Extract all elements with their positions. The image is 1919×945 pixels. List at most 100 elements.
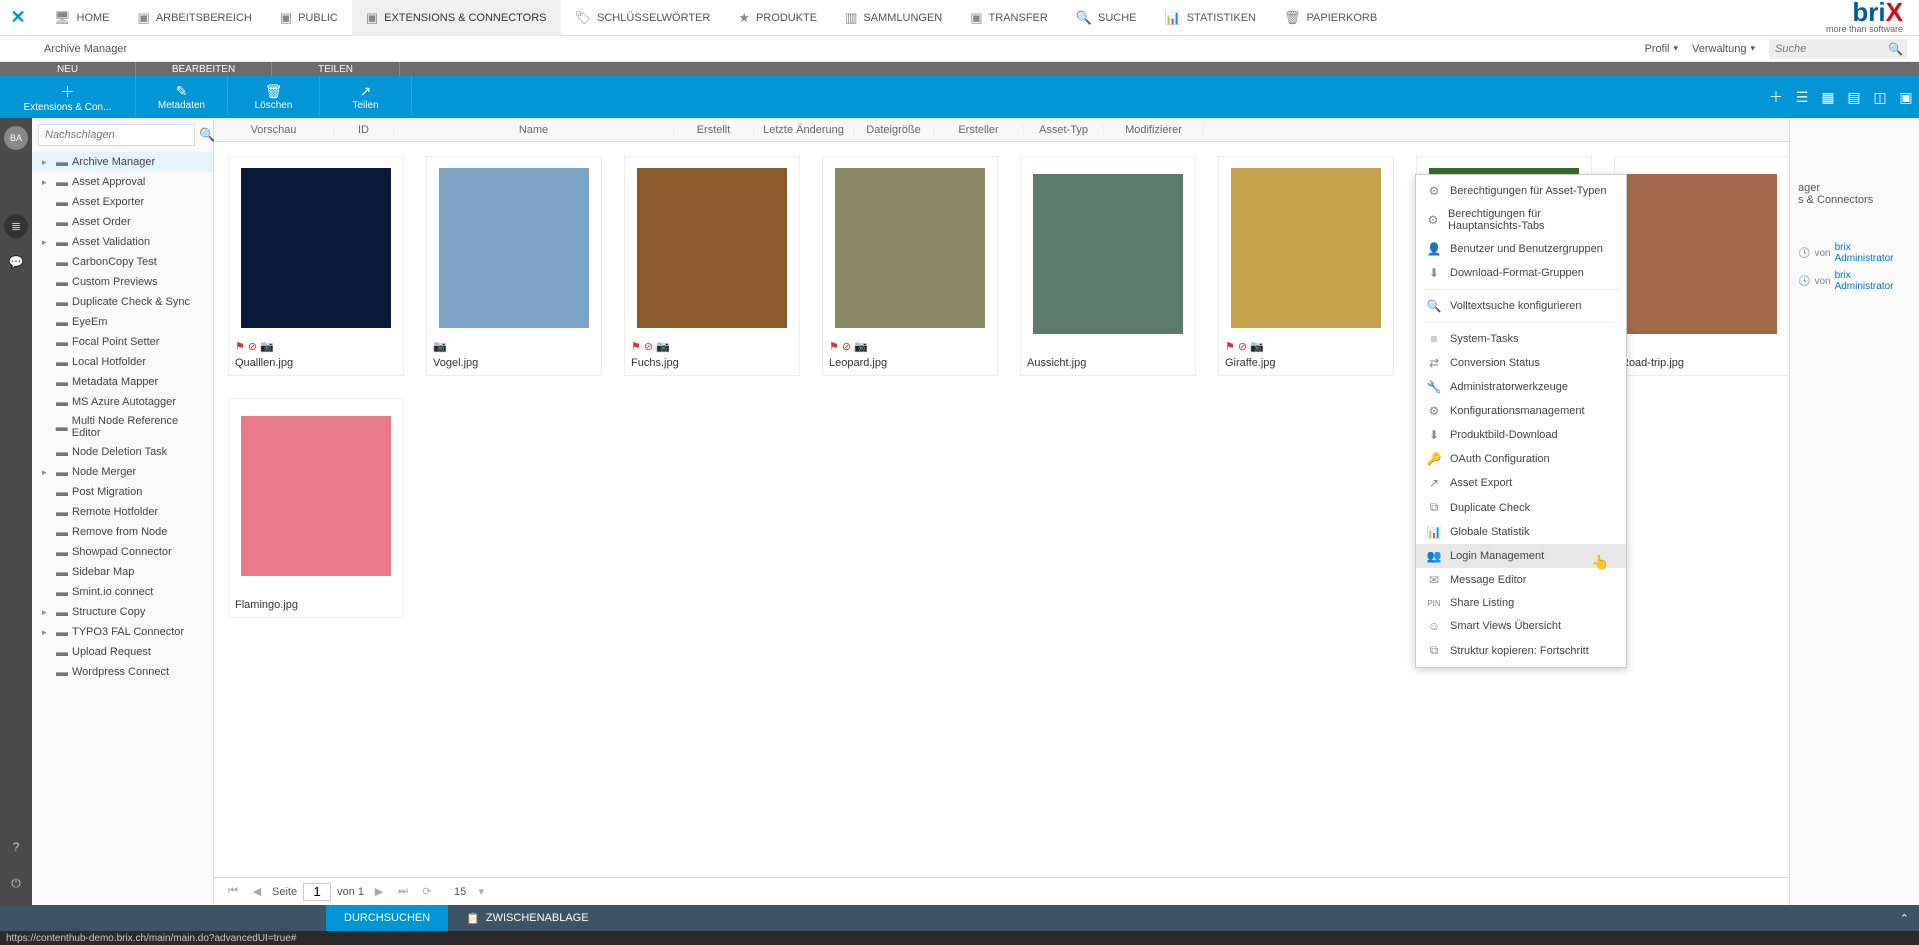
metadata-button[interactable]: ✎Metadaten <box>136 76 228 118</box>
page-input[interactable] <box>303 883 331 901</box>
asset-card[interactable]: ⚑⊘📷Fuchs.jpg <box>624 156 800 376</box>
menu-item[interactable]: 🔑OAuth Configuration <box>1416 447 1626 471</box>
tree-item[interactable]: ▬Duplicate Check & Sync <box>32 292 213 312</box>
menu-item[interactable]: ⬇Download-Format-Gruppen <box>1416 261 1626 285</box>
asset-card[interactable]: Road-trip.jpg <box>1614 156 1790 376</box>
tree-item[interactable]: ▬Local Hotfolder <box>32 352 213 372</box>
view-grid-icon[interactable]: ▦ <box>1815 76 1841 118</box>
view-detail-icon[interactable]: ▣ <box>1893 76 1919 118</box>
column-header[interactable]: Letzte Änderung <box>754 124 854 136</box>
page-first-icon[interactable]: ⏮ <box>224 885 242 898</box>
tree-item[interactable]: ▬Focal Point Setter <box>32 332 213 352</box>
nav-tab-suche[interactable]: 🔍SUCHE <box>1062 0 1151 36</box>
pagesize-dropdown-icon[interactable]: ▾ <box>472 885 490 898</box>
tree-item[interactable]: ▬Remote Hotfolder <box>32 502 213 522</box>
column-header[interactable]: Asset-Typ <box>1024 124 1104 136</box>
column-header[interactable]: Vorschau <box>214 124 334 136</box>
menu-item[interactable]: ☺Smart Views Übersicht <box>1416 614 1626 638</box>
column-header[interactable]: Ersteller <box>934 124 1024 136</box>
menu-item[interactable]: ↗Asset Export <box>1416 471 1626 495</box>
menu-item[interactable]: PINShare Listing <box>1416 592 1626 614</box>
view-split-icon[interactable]: ◫ <box>1867 76 1893 118</box>
menu-item[interactable]: 📊Globale Statistik <box>1416 520 1626 544</box>
tree-item[interactable]: ▸▬Node Merger <box>32 462 213 482</box>
share-button[interactable]: ↗Teilen <box>320 76 412 118</box>
tree-item[interactable]: ▬Upload Request <box>32 642 213 662</box>
tree-item[interactable]: ▬Remove from Node <box>32 522 213 542</box>
nav-tab-transfer[interactable]: ▣TRANSFER <box>956 0 1062 36</box>
page-next-icon[interactable]: ▶ <box>370 885 388 898</box>
column-header[interactable]: Dateigröße <box>854 124 934 136</box>
tree-item[interactable]: ▬Showpad Connector <box>32 542 213 562</box>
chat-icon[interactable]: 💬 <box>4 250 28 274</box>
page-refresh-icon[interactable]: ⟳ <box>418 885 436 898</box>
asset-card[interactable]: Aussicht.jpg <box>1020 156 1196 376</box>
tree-item[interactable]: ▬Metadata Mapper <box>32 372 213 392</box>
nav-tab-home[interactable]: 🖥HOME <box>40 0 124 36</box>
page-prev-icon[interactable]: ◀ <box>248 885 266 898</box>
tree-item[interactable]: ▬Post Migration <box>32 482 213 502</box>
tree-item[interactable]: ▬Node Deletion Task <box>32 442 213 462</box>
tree-item[interactable]: ▸▬Asset Validation <box>32 232 213 252</box>
tree-item[interactable]: ▸▬Structure Copy <box>32 602 213 622</box>
tree-item[interactable]: ▬Wordpress Connect <box>32 662 213 682</box>
tree-item[interactable]: ▬Sidebar Map <box>32 562 213 582</box>
menu-item[interactable]: 🔍Volltextsuche konfigurieren <box>1416 294 1626 318</box>
menu-item[interactable]: ⇄Conversion Status <box>1416 351 1626 375</box>
search-icon[interactable]: 🔍 <box>1888 42 1903 56</box>
column-header[interactable]: ID <box>334 124 394 136</box>
asset-card[interactable]: ⚑⊘📷Qualllen.jpg <box>228 156 404 376</box>
nav-tab-papierkorb[interactable]: 🗑PAPIERKORB <box>1270 0 1391 36</box>
view-compact-icon[interactable]: ▤ <box>1841 76 1867 118</box>
tree-search-input[interactable] <box>38 124 195 146</box>
expand-up-icon[interactable]: ⌃ <box>1890 912 1919 925</box>
nav-tab-statistiken[interactable]: 📊STATISTIKEN <box>1151 0 1270 36</box>
tree-item[interactable]: ▬EyeEm <box>32 312 213 332</box>
asset-card[interactable]: Flamingo.jpg <box>228 398 404 618</box>
menu-item[interactable]: ⬇Produktbild-Download <box>1416 423 1626 447</box>
asset-card[interactable]: 📷Vogel.jpg <box>426 156 602 376</box>
tree-item[interactable]: ▸▬Archive Manager <box>32 152 213 172</box>
global-search-input[interactable] <box>1769 39 1907 59</box>
menu-item[interactable]: 🔧Administratorwerkzeuge <box>1416 375 1626 399</box>
delete-button[interactable]: 🗑Löschen <box>228 76 320 118</box>
asset-card[interactable]: ⚑⊘📷Giraffe.jpg <box>1218 156 1394 376</box>
nav-tab-extensions-connectors[interactable]: ▣EXTENSIONS & CONNECTORS <box>352 0 561 36</box>
tree-item[interactable]: ▬Asset Exporter <box>32 192 213 212</box>
menu-item[interactable]: ≡System-Tasks <box>1416 327 1626 351</box>
zwischenablage-tab[interactable]: 📋ZWISCHENABLAGE <box>448 905 606 931</box>
app-logo-icon[interactable]: ✕ <box>8 8 28 28</box>
durchsuchen-tab[interactable]: DURCHSUCHEN <box>326 905 448 931</box>
tree-item[interactable]: ▬Smint.io connect <box>32 582 213 602</box>
tree-item[interactable]: ▬Custom Previews <box>32 272 213 292</box>
column-header[interactable]: Name <box>394 124 674 136</box>
avatar-icon[interactable]: BA <box>4 126 28 150</box>
tree-item[interactable]: ▸▬Asset Approval <box>32 172 213 192</box>
nav-tab-produkte[interactable]: ★PRODUKTE <box>724 0 831 36</box>
new-button[interactable]: ＋Extensions & Con... <box>0 76 136 118</box>
menu-item[interactable]: ⚙Berechtigungen für Asset-Typen <box>1416 179 1626 203</box>
view-list-icon[interactable]: ☰ <box>1789 76 1815 118</box>
column-header[interactable]: Modifizierer <box>1104 124 1204 136</box>
column-header[interactable]: Erstellt <box>674 124 754 136</box>
tree-item[interactable]: ▬Multi Node Reference Editor <box>32 412 213 442</box>
layers-icon[interactable]: ≣ <box>4 214 28 238</box>
add-panel-button[interactable]: ＋ <box>1763 76 1789 118</box>
creator-link[interactable]: brix Administrator <box>1835 242 1911 264</box>
menu-item[interactable]: 👤Benutzer und Benutzergruppen <box>1416 237 1626 261</box>
modifier-link[interactable]: brix Administrator <box>1835 270 1911 292</box>
tree-item[interactable]: ▬Asset Order <box>32 212 213 232</box>
menu-item[interactable]: ⚙Konfigurationsmanagement <box>1416 399 1626 423</box>
menu-item[interactable]: 👥Login Management <box>1416 544 1626 568</box>
verwaltung-dropdown[interactable]: Verwaltung ▾ <box>1692 43 1755 55</box>
tree-search-icon[interactable]: 🔍 <box>199 127 215 143</box>
tree-item[interactable]: ▬MS Azure Autotagger <box>32 392 213 412</box>
page-last-icon[interactable]: ⏭ <box>394 885 412 898</box>
asset-card[interactable]: ⚑⊘📷Leopard.jpg <box>822 156 998 376</box>
menu-item[interactable]: ✉Message Editor <box>1416 568 1626 592</box>
help-icon[interactable]: ? <box>4 835 28 859</box>
profil-dropdown[interactable]: Profil ▾ <box>1644 43 1678 55</box>
tree-item[interactable]: ▸▬TYPO3 FAL Connector <box>32 622 213 642</box>
nav-tab-public[interactable]: ▣PUBLIC <box>266 0 352 36</box>
nav-tab-sammlungen[interactable]: ▥SAMMLUNGEN <box>831 0 956 36</box>
